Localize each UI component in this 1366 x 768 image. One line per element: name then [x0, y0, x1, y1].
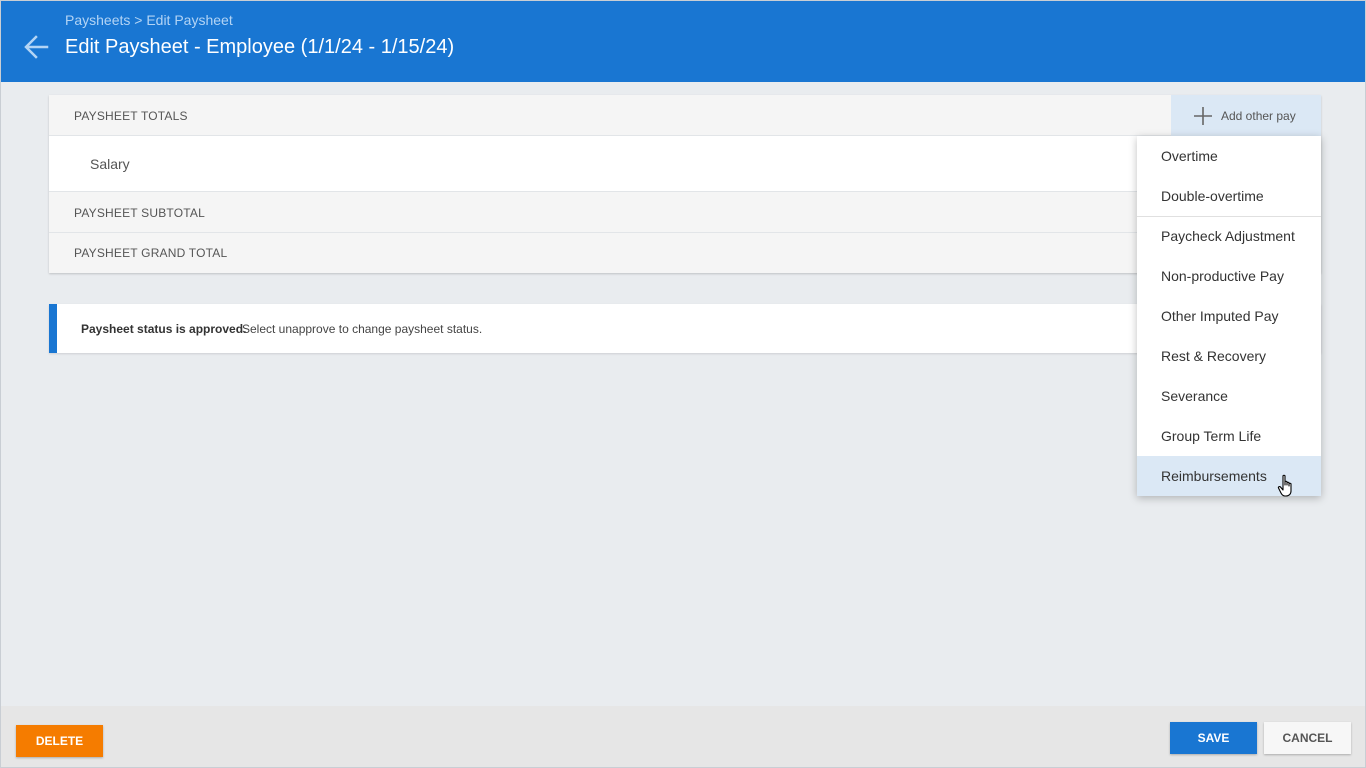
- menu-item-reimbursements[interactable]: Reimbursements: [1137, 456, 1321, 496]
- menu-item-double-overtime[interactable]: Double-overtime: [1137, 176, 1321, 216]
- page-title: Edit Paysheet - Employee (1/1/24 - 1/15/…: [65, 36, 455, 58]
- arrow-left-icon: [24, 35, 49, 59]
- menu-item-label: Rest & Recovery: [1161, 348, 1267, 364]
- menu-item-severance[interactable]: Severance: [1137, 376, 1321, 416]
- menu-item-group-term-life[interactable]: Group Term Life: [1137, 416, 1321, 456]
- menu-item-label: Other Imputed Pay: [1161, 308, 1279, 324]
- add-other-pay-button[interactable]: Add other pay: [1171, 95, 1321, 136]
- save-button[interactable]: SAVE: [1170, 722, 1257, 754]
- status-message: Select unapprove to change paysheet stat…: [242, 322, 483, 336]
- salary-label: Salary: [90, 156, 130, 172]
- menu-item-label: Severance: [1161, 388, 1228, 404]
- paysheet-totals-card: PAYSHEET TOTALS Add other pay Salary PAY…: [49, 95, 1321, 273]
- totals-header-label: PAYSHEET TOTALS: [74, 109, 188, 123]
- menu-item-label: Reimbursements: [1161, 468, 1267, 484]
- action-footer: DELETE SAVE CANCEL: [1, 706, 1365, 767]
- status-banner: Paysheet status is approved. Select unap…: [49, 304, 1321, 353]
- page-header: Paysheets > Edit Paysheet Edit Paysheet …: [1, 1, 1365, 82]
- menu-item-rest-recovery[interactable]: Rest & Recovery: [1137, 336, 1321, 376]
- totals-header-row: PAYSHEET TOTALS Add other pay: [49, 95, 1321, 136]
- plus-icon: [1194, 107, 1212, 125]
- menu-item-paycheck-adjustment[interactable]: Paycheck Adjustment: [1137, 216, 1321, 256]
- menu-item-label: Overtime: [1161, 148, 1218, 164]
- menu-item-other-imputed-pay[interactable]: Other Imputed Pay: [1137, 296, 1321, 336]
- app-window: Paysheets > Edit Paysheet Edit Paysheet …: [0, 0, 1366, 768]
- menu-item-label: Double-overtime: [1161, 188, 1264, 204]
- grand-total-row: PAYSHEET GRAND TOTAL: [49, 233, 1321, 273]
- grand-total-label: PAYSHEET GRAND TOTAL: [74, 246, 228, 260]
- breadcrumb[interactable]: Paysheets > Edit Paysheet: [65, 12, 233, 28]
- add-other-pay-label: Add other pay: [1221, 109, 1296, 123]
- subtotal-label: PAYSHEET SUBTOTAL: [74, 206, 205, 220]
- salary-row: Salary: [49, 136, 1321, 192]
- back-button[interactable]: [19, 30, 55, 66]
- menu-item-label: Paycheck Adjustment: [1161, 228, 1295, 244]
- delete-button[interactable]: DELETE: [16, 725, 103, 757]
- menu-item-label: Non-productive Pay: [1161, 268, 1284, 284]
- menu-item-non-productive-pay[interactable]: Non-productive Pay: [1137, 256, 1321, 296]
- status-bold-text: Paysheet status is approved.: [81, 322, 247, 336]
- menu-item-overtime[interactable]: Overtime: [1137, 136, 1321, 176]
- cancel-button[interactable]: CANCEL: [1264, 722, 1351, 754]
- menu-item-label: Group Term Life: [1161, 428, 1262, 444]
- other-pay-dropdown-menu: Overtime Double-overtime Paycheck Adjust…: [1137, 136, 1321, 496]
- subtotal-row: PAYSHEET SUBTOTAL: [49, 192, 1321, 233]
